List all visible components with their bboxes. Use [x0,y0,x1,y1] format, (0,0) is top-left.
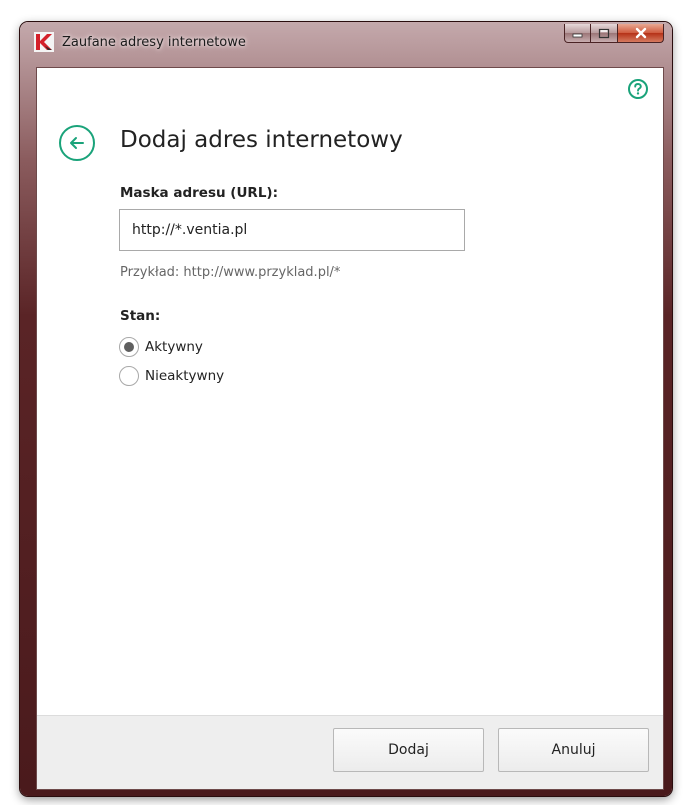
title-bar[interactable]: Zaufane adresy internetowe [20,22,672,68]
minimize-button[interactable] [564,24,591,43]
radio-button-unselected[interactable] [119,366,139,386]
radio-inactive[interactable]: Nieaktywny [119,366,224,386]
dialog-footer: Dodaj Anuluj [37,715,663,789]
app-window: Zaufane adresy internetowe Dodaj adres i… [20,22,672,796]
cancel-button[interactable]: Anuluj [498,728,649,772]
maximize-button[interactable] [591,24,618,43]
maximize-icon [598,28,610,38]
radio-active[interactable]: Aktywny [119,337,203,357]
close-icon [635,27,646,39]
url-mask-input[interactable] [119,209,465,251]
close-button[interactable] [618,24,664,43]
radio-inactive-label: Nieaktywny [145,368,225,384]
window-title: Zaufane adresy internetowe [62,35,246,50]
radio-active-label: Aktywny [145,339,203,355]
minimize-icon [572,33,582,38]
dialog-content: Dodaj adres internetowy Maska adresu (UR… [36,67,664,790]
back-button[interactable] [58,124,96,162]
page-title: Dodaj adres internetowy [120,127,403,153]
radio-button-selected[interactable] [119,337,139,357]
state-label: Stan: [120,308,161,324]
caption-buttons [564,24,664,44]
radio-selected-dot [124,342,134,352]
url-example-hint: Przykład: http://www.przyklad.pl/* [120,265,341,280]
add-button[interactable]: Dodaj [333,728,484,772]
url-field-label: Maska adresu (URL): [120,185,278,201]
kaspersky-logo-icon [34,32,54,52]
help-icon[interactable] [627,78,649,100]
back-arrow-icon [59,125,95,161]
